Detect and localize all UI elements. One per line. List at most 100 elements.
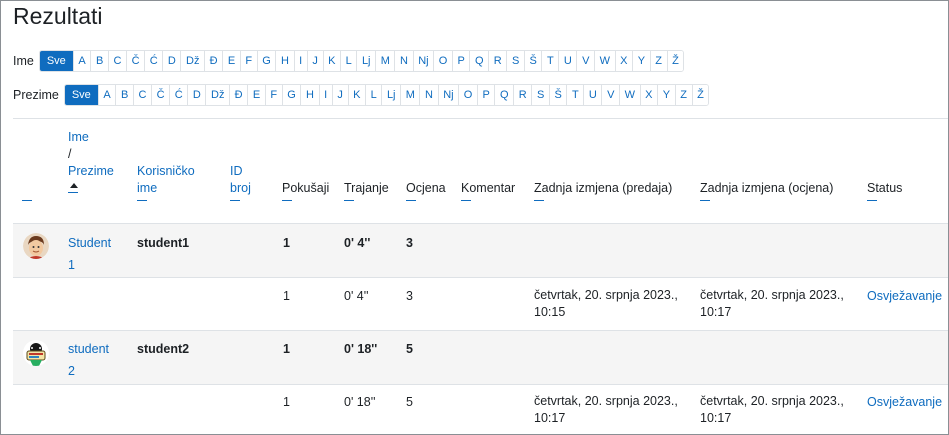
sort-idnumber-link-2[interactable]: broj xyxy=(230,180,251,197)
lastname-letter-11[interactable]: G xyxy=(282,85,302,105)
lastname-letter-14[interactable]: J xyxy=(332,85,349,105)
firstname-letter-1[interactable]: A xyxy=(73,51,92,71)
lastname-letter-10[interactable]: F xyxy=(265,85,283,105)
attempts-cell: 1 xyxy=(283,236,290,250)
lastname-letter-8[interactable]: Đ xyxy=(230,85,249,105)
student-first-name[interactable]: Student xyxy=(68,234,111,252)
collapse-status-icon[interactable] xyxy=(867,200,877,201)
collapse-name-icon[interactable] xyxy=(68,192,78,193)
firstname-letter-28[interactable]: U xyxy=(559,51,578,71)
lastname-letter-13[interactable]: I xyxy=(319,85,333,105)
firstname-letter-22[interactable]: P xyxy=(452,51,471,71)
firstname-letter-5[interactable]: Ć xyxy=(145,51,164,71)
collapse-idnumber-icon[interactable] xyxy=(230,200,240,201)
sort-lastname-link[interactable]: Prezime xyxy=(68,163,114,180)
collapse-submission-modified-icon[interactable] xyxy=(534,200,544,201)
firstname-letter-all[interactable]: Sve xyxy=(39,51,74,71)
lastname-letter-6[interactable]: D xyxy=(188,85,207,105)
collapse-comment-icon[interactable] xyxy=(461,200,471,201)
lastname-letter-31[interactable]: X xyxy=(640,85,659,105)
lastname-letter-24[interactable]: R xyxy=(514,85,533,105)
lastname-letter-25[interactable]: S xyxy=(532,85,550,105)
firstname-letter-29[interactable]: V xyxy=(577,51,595,71)
student-last-name[interactable]: 2 xyxy=(68,362,109,380)
avatar[interactable] xyxy=(23,340,49,366)
firstname-letter-31[interactable]: X xyxy=(615,51,634,71)
lastname-letter-20[interactable]: Nj xyxy=(438,85,460,105)
collapse-icon[interactable] xyxy=(22,200,32,201)
lastname-letter-17[interactable]: Lj xyxy=(382,85,402,105)
collapse-username-icon[interactable] xyxy=(137,200,147,201)
status-refresh-link[interactable]: Osvježavanje xyxy=(867,287,942,305)
firstname-letter-17[interactable]: Lj xyxy=(357,51,377,71)
firstname-letter-7[interactable]: Dž xyxy=(181,51,206,71)
lastname-letter-15[interactable]: K xyxy=(348,85,367,105)
firstname-letter-2[interactable]: B xyxy=(91,51,109,71)
student-last-name[interactable]: 1 xyxy=(68,256,111,274)
lastname-letter-18[interactable]: M xyxy=(401,85,421,105)
firstname-letter-30[interactable]: W xyxy=(595,51,616,71)
student-name-link[interactable]: student 2 xyxy=(68,340,109,380)
firstname-letter-16[interactable]: L xyxy=(341,51,358,71)
avatar[interactable] xyxy=(23,233,49,259)
lastname-letter-23[interactable]: Q xyxy=(495,85,515,105)
firstname-letter-24[interactable]: R xyxy=(489,51,508,71)
firstname-letter-20[interactable]: Nj xyxy=(413,51,435,71)
lastname-letter-all[interactable]: Sve xyxy=(64,85,99,105)
student-name-link[interactable]: Student 1 xyxy=(68,234,111,274)
firstname-letter-32[interactable]: Y xyxy=(633,51,651,71)
student-first-name[interactable]: student xyxy=(68,340,109,358)
lastname-letter-26[interactable]: Š xyxy=(549,85,568,105)
firstname-letter-19[interactable]: N xyxy=(395,51,414,71)
lastname-letter-1[interactable]: A xyxy=(98,85,117,105)
firstname-letter-15[interactable]: K xyxy=(323,51,342,71)
lastname-letter-33[interactable]: Z xyxy=(675,85,693,105)
lastname-letter-32[interactable]: Y xyxy=(658,85,676,105)
firstname-letter-3[interactable]: C xyxy=(108,51,128,71)
firstname-letter-12[interactable]: H xyxy=(276,51,295,71)
firstname-letter-4[interactable]: Č xyxy=(127,51,146,71)
firstname-letter-18[interactable]: M xyxy=(376,51,396,71)
firstname-letter-27[interactable]: T xyxy=(542,51,560,71)
collapse-duration-icon[interactable] xyxy=(344,200,354,201)
status-heading: Status xyxy=(867,181,903,195)
firstname-letter-8[interactable]: Đ xyxy=(205,51,224,71)
firstname-letter-14[interactable]: J xyxy=(307,51,324,71)
lastname-letter-19[interactable]: N xyxy=(420,85,439,105)
lastname-letter-22[interactable]: P xyxy=(477,85,496,105)
firstname-letter-6[interactable]: D xyxy=(163,51,182,71)
firstname-letter-33[interactable]: Z xyxy=(650,51,668,71)
firstname-letter-25[interactable]: S xyxy=(507,51,525,71)
lastname-letter-21[interactable]: O xyxy=(459,85,478,105)
firstname-letter-21[interactable]: O xyxy=(434,51,453,71)
firstname-letter-23[interactable]: Q xyxy=(470,51,490,71)
lastname-letter-7[interactable]: Dž xyxy=(206,85,231,105)
lastname-letter-9[interactable]: E xyxy=(248,85,266,105)
firstname-letter-11[interactable]: G xyxy=(257,51,277,71)
sort-username-link[interactable]: Korisničko xyxy=(137,163,195,180)
lastname-letter-29[interactable]: V xyxy=(602,85,620,105)
sort-firstname-link[interactable]: Ime xyxy=(68,129,114,146)
lastname-letter-2[interactable]: B xyxy=(116,85,134,105)
lastname-letter-27[interactable]: T xyxy=(567,85,585,105)
collapse-grade-icon[interactable] xyxy=(406,200,416,201)
firstname-letter-10[interactable]: F xyxy=(240,51,258,71)
lastname-letter-5[interactable]: Ć xyxy=(170,85,189,105)
submission-modified-column-header: Zadnja izmjena (predaja) xyxy=(534,180,672,201)
collapse-grade-modified-icon[interactable] xyxy=(700,200,710,201)
lastname-letter-3[interactable]: C xyxy=(133,85,153,105)
firstname-letter-26[interactable]: Š xyxy=(524,51,543,71)
firstname-letter-13[interactable]: I xyxy=(294,51,308,71)
lastname-letter-4[interactable]: Č xyxy=(152,85,171,105)
sort-username-link-2[interactable]: ime xyxy=(137,180,195,197)
firstname-letter-9[interactable]: E xyxy=(223,51,241,71)
lastname-letter-30[interactable]: W xyxy=(620,85,641,105)
firstname-letter-34[interactable]: Ž xyxy=(667,51,684,71)
lastname-letter-28[interactable]: U xyxy=(584,85,603,105)
status-refresh-link[interactable]: Osvježavanje xyxy=(867,393,942,411)
sort-idnumber-link[interactable]: ID xyxy=(230,163,251,180)
lastname-letter-12[interactable]: H xyxy=(301,85,320,105)
lastname-letter-34[interactable]: Ž xyxy=(692,85,709,105)
collapse-attempts-icon[interactable] xyxy=(282,200,292,201)
lastname-letter-16[interactable]: L xyxy=(366,85,383,105)
